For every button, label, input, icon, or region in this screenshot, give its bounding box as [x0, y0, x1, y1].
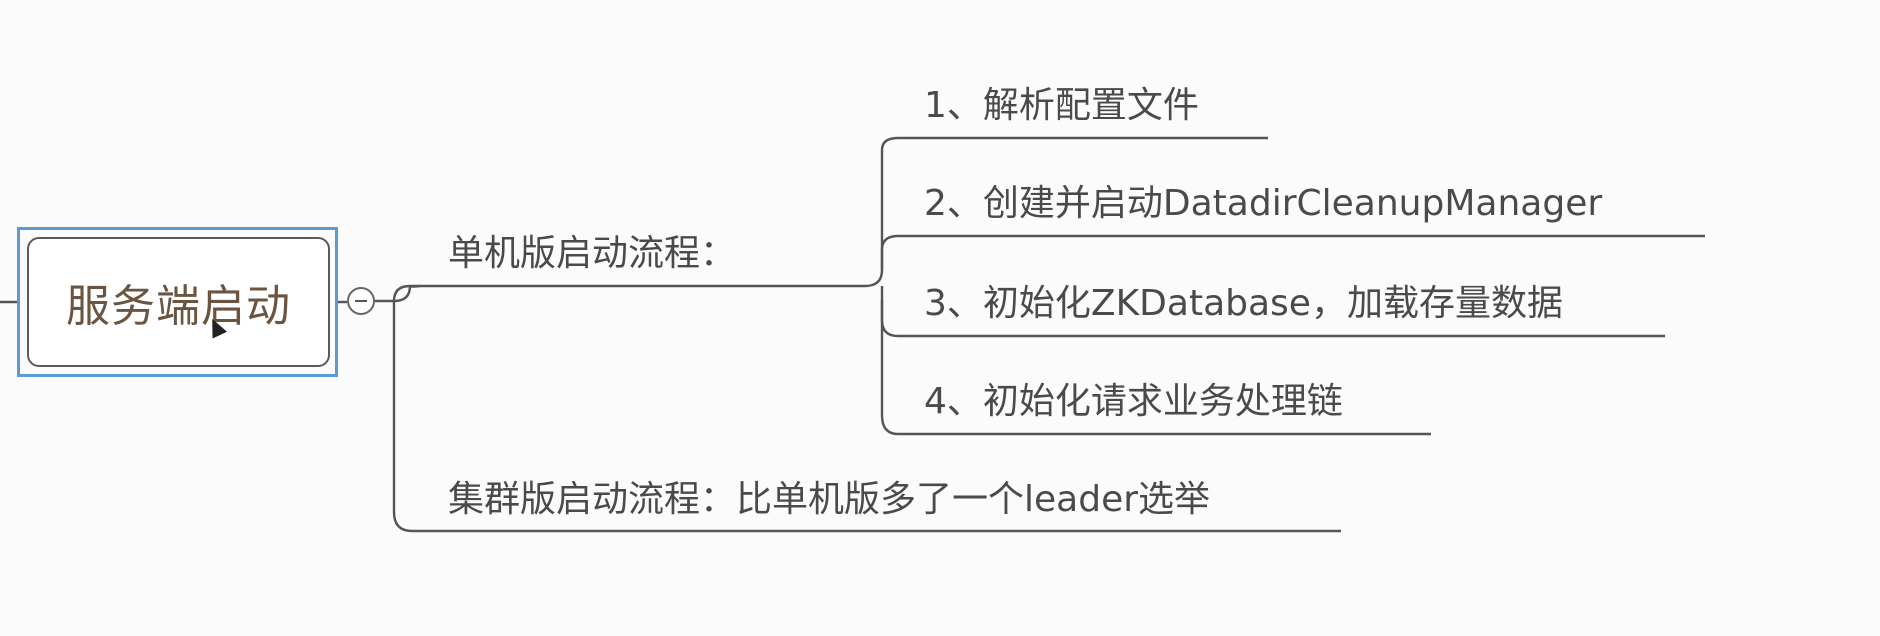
branch1-to-child2-line — [880, 234, 1705, 270]
branch-cluster-label[interactable]: 集群版启动流程：比单机版多了一个leader选举 — [448, 482, 1210, 518]
mindmap-canvas: 服务端启动 单机版启动流程： 1、解析配置文件 2、创建并启动DatadirCl… — [0, 0, 1880, 636]
branch-connector-stub — [375, 284, 421, 303]
root-topic-box[interactable]: 服务端启动 — [27, 237, 330, 367]
child-topic-4[interactable]: 4、初始化请求业务处理链 — [924, 384, 1343, 420]
child-topic-3[interactable]: 3、初始化ZKDatabase，加载存量数据 — [924, 286, 1563, 322]
collapse-toggle-icon[interactable] — [347, 287, 375, 315]
child-topic-2[interactable]: 2、创建并启动DatadirCleanupManager — [924, 186, 1602, 222]
root-topic-label: 服务端启动 — [66, 281, 291, 332]
branch-standalone-label[interactable]: 单机版启动流程： — [448, 236, 736, 272]
child-topic-1[interactable]: 1、解析配置文件 — [924, 88, 1199, 124]
